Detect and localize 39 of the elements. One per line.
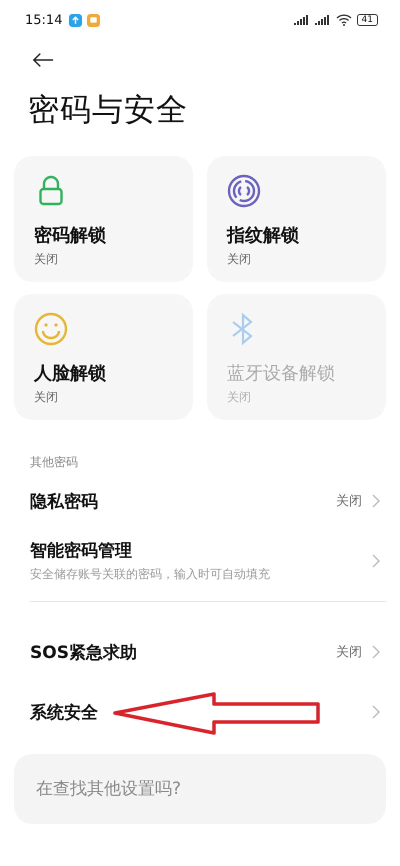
row-title: 系统安全 xyxy=(30,702,98,724)
settings-row[interactable]: 隐私密码 关闭 xyxy=(30,471,380,531)
chevron-icon xyxy=(372,554,380,568)
card-title: 蓝牙设备解锁 xyxy=(227,362,335,385)
card-status: 关闭 xyxy=(227,251,251,268)
section-label: 其他密码 xyxy=(30,454,79,471)
message-notification-icon xyxy=(87,14,100,26)
card-status: 关闭 xyxy=(227,389,251,406)
chevron-icon xyxy=(372,645,380,659)
status-time: 15:14 xyxy=(25,12,62,28)
upload-notification-icon xyxy=(69,14,82,26)
unlock-card[interactable]: 人脸解锁 关闭 xyxy=(14,294,193,420)
back-arrow-icon[interactable] xyxy=(32,52,54,68)
row-subtitle: 安全储存账号关联的密码，输入时可自动填充 xyxy=(30,566,270,583)
row-title: 智能密码管理 xyxy=(30,540,132,562)
search-field[interactable]: 在查找其他设置吗? xyxy=(14,754,386,824)
settings-row[interactable]: 系统安全 xyxy=(30,682,380,742)
card-title: 密码解锁 xyxy=(34,224,106,247)
signal-icon xyxy=(314,15,331,25)
unlock-card[interactable]: 指纹解锁 关闭 xyxy=(207,156,386,282)
card-title: 人脸解锁 xyxy=(34,362,106,385)
card-status: 关闭 xyxy=(34,251,58,268)
row-title: 隐私密码 xyxy=(30,490,98,512)
chevron-icon xyxy=(372,494,380,508)
smiley-face-icon xyxy=(34,312,68,346)
settings-row[interactable]: SOS紧急求助 关闭 xyxy=(30,622,380,682)
fingerprint-icon xyxy=(227,174,261,208)
signal-icon xyxy=(294,15,310,25)
chevron-icon xyxy=(372,705,380,719)
settings-row[interactable]: 智能密码管理 安全储存账号关联的密码，输入时可自动填充 xyxy=(30,531,380,591)
unlock-card[interactable]: 密码解锁 关闭 xyxy=(14,156,193,282)
page-title: 密码与安全 xyxy=(28,91,189,130)
card-status: 关闭 xyxy=(34,389,58,406)
row-title: SOS紧急求助 xyxy=(30,642,137,664)
wifi-icon xyxy=(336,14,352,26)
card-title: 指纹解锁 xyxy=(227,224,299,247)
row-value: 关闭 xyxy=(336,644,362,661)
row-value: 关闭 xyxy=(336,493,362,510)
battery-level: 41 xyxy=(356,14,378,26)
